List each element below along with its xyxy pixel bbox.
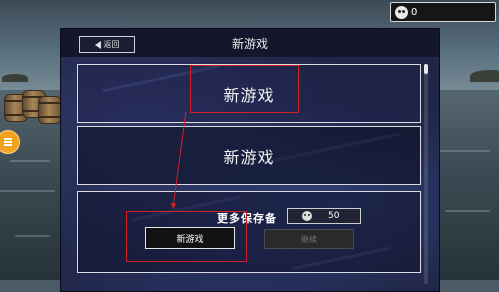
menu-icon <box>4 141 12 143</box>
skull-coin-counter[interactable]: 0 <box>390 2 496 22</box>
floating-barrels <box>0 88 62 124</box>
save-slot-label: 新游戏 <box>223 147 275 167</box>
skull-icon <box>302 211 312 221</box>
wave <box>15 235 50 237</box>
continue-button[interactable]: 继续 <box>264 229 354 249</box>
save-slot-2[interactable]: 新游戏 <box>77 126 421 185</box>
scroll-thumb[interactable] <box>424 64 428 74</box>
distant-island <box>470 70 499 82</box>
scrollbar[interactable] <box>424 64 428 284</box>
coin-count: 0 <box>411 6 418 18</box>
wave <box>0 190 55 192</box>
wave <box>445 210 490 212</box>
annotation-highlight-button <box>126 211 247 262</box>
dialog-header: 返回 新游戏 <box>61 29 439 57</box>
dialog-title: 新游戏 <box>231 36 268 51</box>
back-label: 返回 <box>103 40 120 49</box>
wave <box>440 150 490 152</box>
wave <box>10 160 50 162</box>
buy-more-saves-button[interactable]: 50 <box>287 208 361 224</box>
back-arrow-icon <box>94 40 101 49</box>
distant-island <box>2 74 28 82</box>
more-saves-cost: 50 <box>328 211 340 221</box>
annotation-highlight-slot <box>190 65 299 113</box>
back-button[interactable]: 返回 <box>79 36 135 53</box>
continue-button-label: 继续 <box>301 234 317 244</box>
barrel <box>38 96 62 124</box>
skull-icon <box>395 5 408 19</box>
